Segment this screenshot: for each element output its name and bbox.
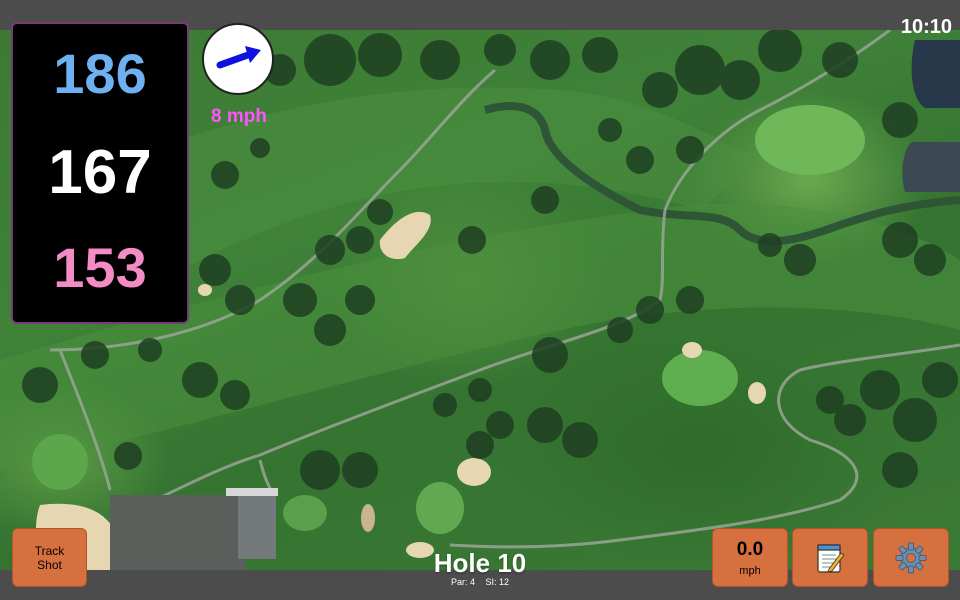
gear-icon [895,542,927,573]
speed-button[interactable]: 0.0 mph [712,528,788,587]
speed-value: 0.0 [736,538,764,560]
track-shot-label: Track Shot [34,543,65,572]
wind-indicator [202,23,274,95]
hole-par: Par: 4 [450,577,475,587]
notes-button[interactable] [792,528,868,587]
status-time: 10:10 [900,16,952,38]
distance-panel: 186 167 153 [11,22,189,324]
wind-speed-label: 8 mph [211,106,267,127]
track-shot-button[interactable]: Track Shot [12,528,87,587]
center-distance: 167 [48,138,152,207]
hole-info: Par: 4 SI: 12 [380,577,580,587]
hole-si: SI: 12 [485,577,510,587]
speed-unit: mph [739,564,761,577]
notepad-icon [817,543,845,573]
wind-arrow-icon [216,46,261,69]
front-distance: 153 [53,236,147,299]
hole-title: Hole 10 [433,548,527,578]
settings-button[interactable] [873,528,949,587]
back-distance: 186 [53,42,147,105]
